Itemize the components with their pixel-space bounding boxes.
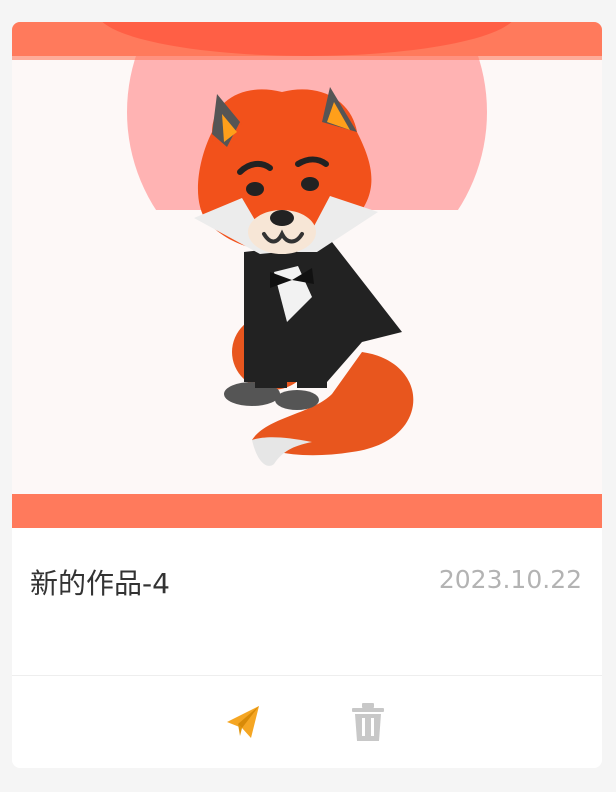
work-date: 2023.10.22 — [438, 565, 582, 594]
paper-plane-icon — [227, 706, 259, 738]
trash-icon — [352, 703, 384, 741]
work-info: 新的作品-4 2023.10.22 — [12, 528, 602, 676]
card-actions — [12, 676, 602, 768]
work-card[interactable]: 新的作品-4 2023.10.22 — [12, 22, 602, 768]
fox-illustration — [12, 22, 602, 528]
work-thumbnail[interactable] — [12, 22, 602, 528]
share-button[interactable] — [221, 700, 265, 744]
delete-button[interactable] — [346, 700, 390, 744]
work-title: 新的作品-4 — [30, 567, 170, 600]
